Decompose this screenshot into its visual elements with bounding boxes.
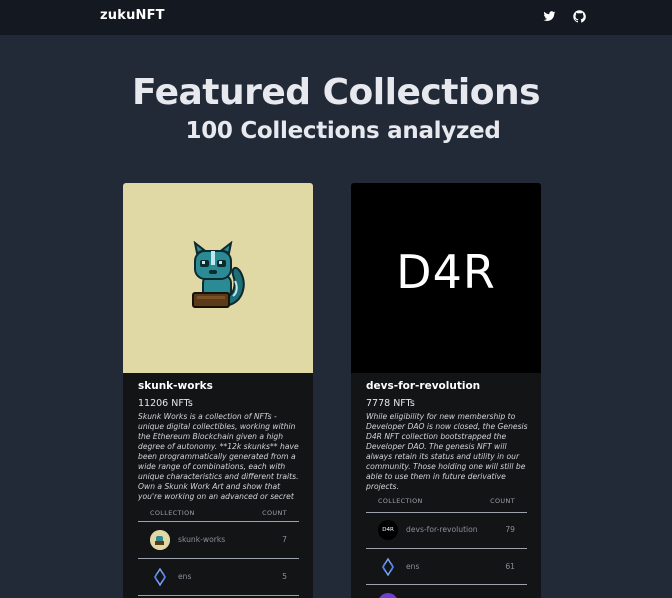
table-row[interactable]: skunk-works 7 (138, 522, 299, 558)
row-count: 61 (505, 562, 515, 571)
avatar (378, 593, 398, 598)
row-count: 79 (505, 525, 515, 534)
row-collection-name: devs-for-revolution (406, 525, 478, 534)
column-header-collection: COLLECTION (150, 509, 195, 517)
page-subtitle: 100 Collections analyzed (185, 118, 501, 144)
collection-image[interactable] (123, 183, 313, 373)
collection-card-skunk-works[interactable]: skunk-works 11206 NFTs Skunk Works is a … (123, 183, 313, 598)
table-row[interactable]: ens 61 (366, 549, 527, 585)
avatar: D4R (378, 520, 398, 540)
twitter-icon[interactable] (543, 10, 556, 23)
divider (138, 595, 299, 596)
table-header: COLLECTION COUNT (138, 507, 299, 521)
column-header-collection: COLLECTION (378, 497, 423, 505)
navbar: zukuNFT (0, 0, 672, 35)
d4r-logo: D4R (396, 245, 496, 299)
avatar (150, 530, 170, 550)
collection-name[interactable]: skunk-works (138, 380, 213, 392)
column-header-count: COUNT (490, 497, 515, 505)
collection-nft-count: 11206 NFTs (138, 398, 193, 409)
table-header: COLLECTION COUNT (366, 495, 527, 509)
table-row[interactable]: D4R devs-for-revolution 79 (366, 512, 527, 548)
table-row[interactable]: ens 5 (138, 559, 299, 595)
skunk-image (192, 241, 245, 308)
collection-name[interactable]: devs-for-revolution (366, 380, 480, 392)
collection-nft-count: 7778 NFTs (366, 398, 415, 409)
row-count: 7 (282, 535, 287, 544)
column-header-count: COUNT (262, 509, 287, 517)
row-collection-name: ens (406, 562, 420, 571)
page-title: Featured Collections (131, 72, 541, 113)
row-collection-name: ens (178, 572, 192, 581)
collection-card-devs-for-revolution[interactable]: D4R devs-for-revolution 7778 NFTs While … (351, 183, 541, 598)
collection-description: While eligibility for new membership to … (366, 412, 528, 491)
ens-icon (378, 557, 398, 577)
brand-logo[interactable]: zukuNFT (100, 8, 165, 23)
row-collection-name: skunk-works (178, 535, 226, 544)
ens-icon (150, 567, 170, 587)
github-icon[interactable] (573, 10, 586, 23)
table-row[interactable] (366, 585, 527, 598)
collection-description: Skunk Works is a collection of NFTs - un… (138, 412, 299, 501)
collection-image[interactable]: D4R (351, 183, 541, 373)
row-count: 5 (282, 572, 287, 581)
